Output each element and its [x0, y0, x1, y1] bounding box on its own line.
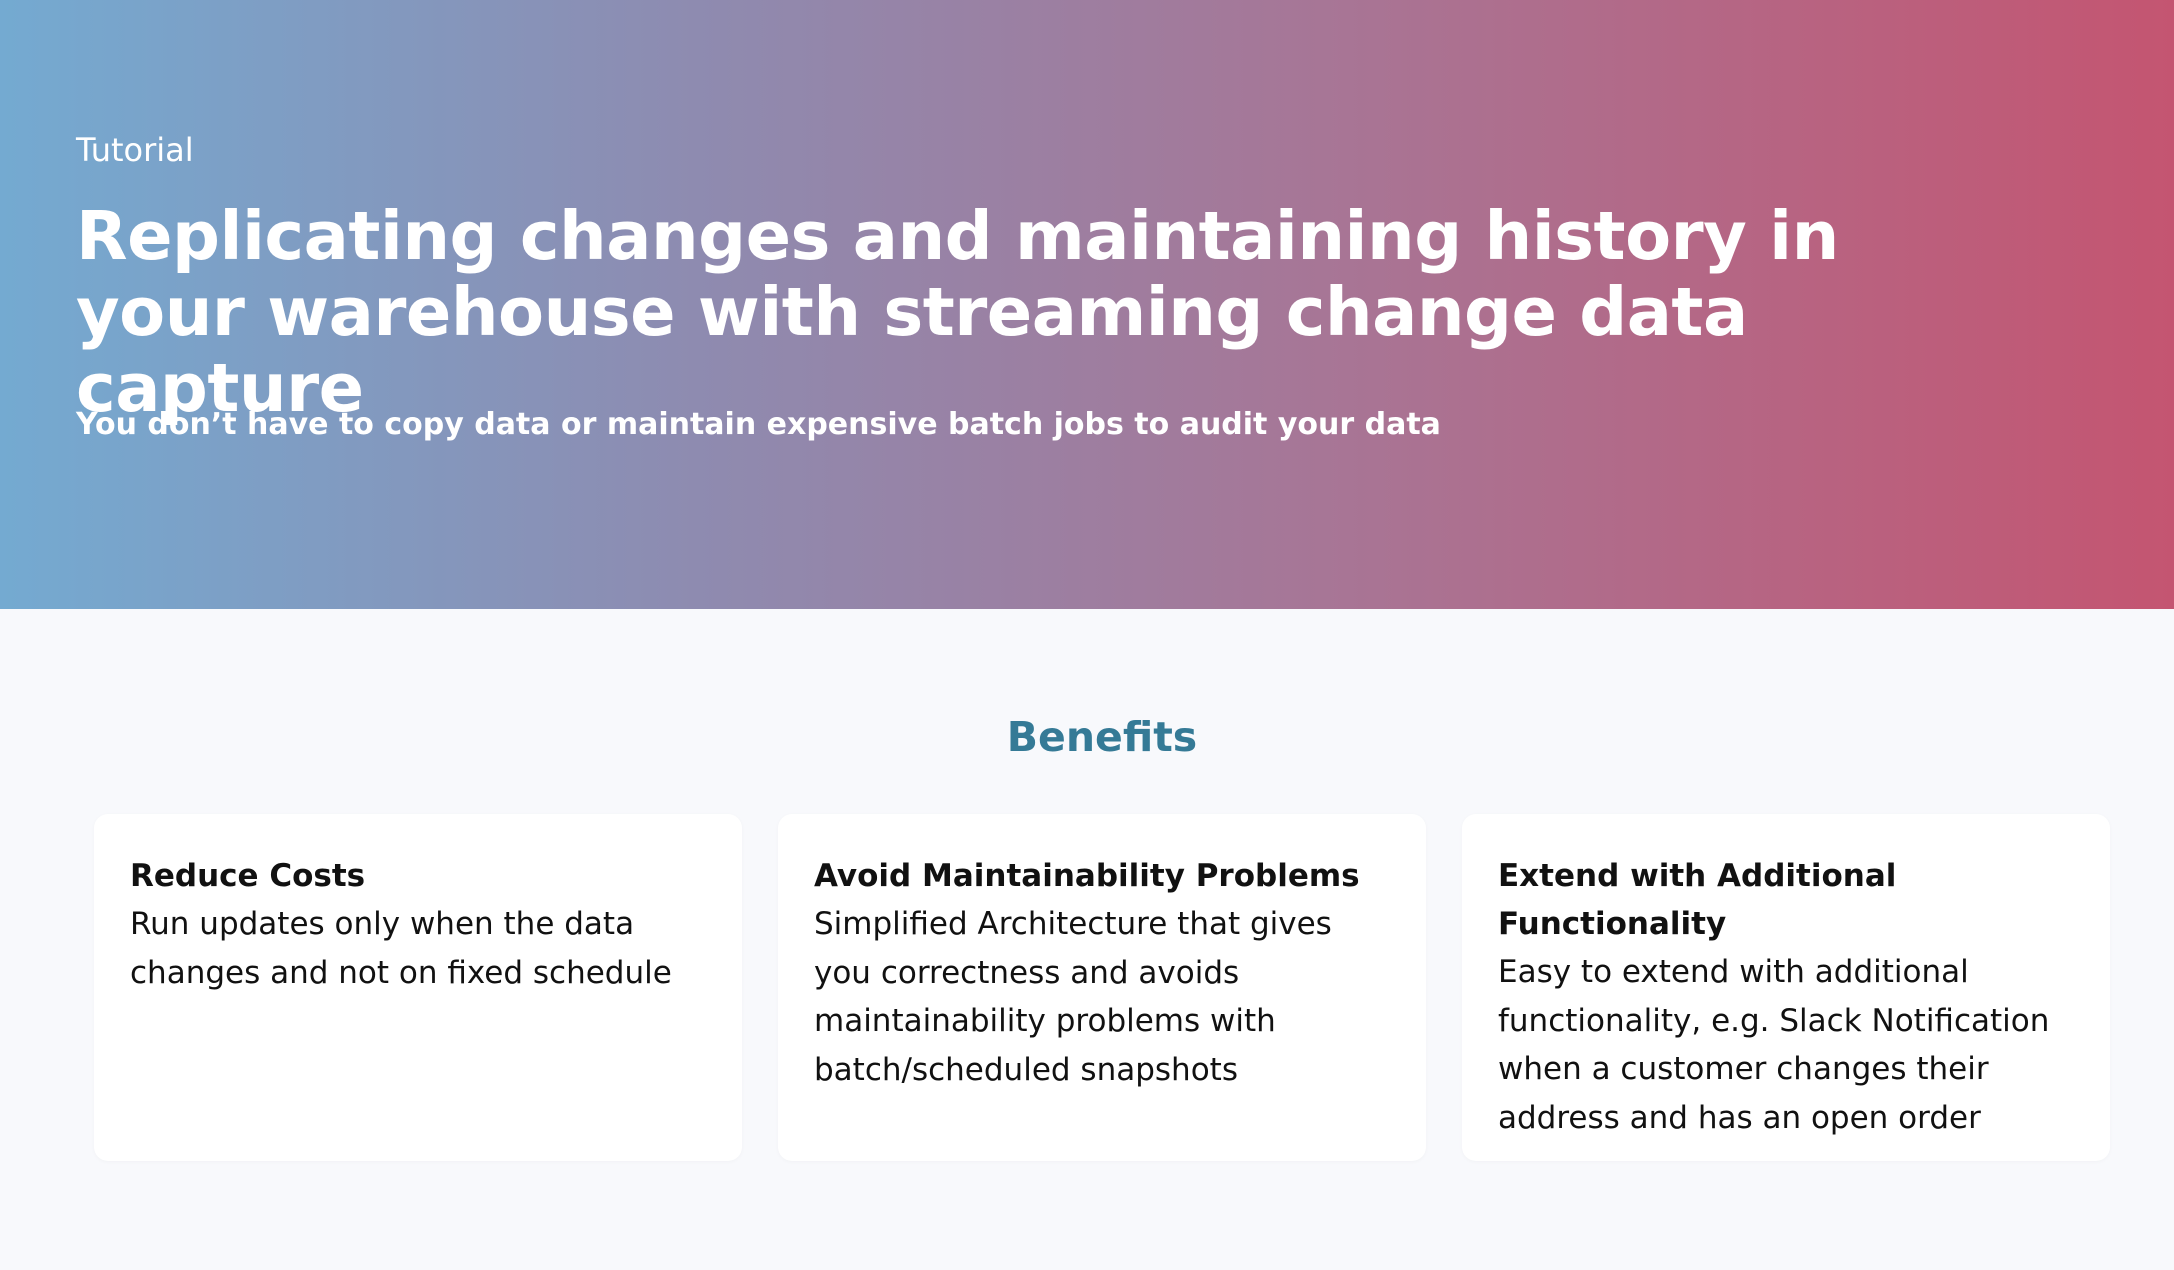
hero-banner: Tutorial Replicating changes and maintai… — [0, 0, 2174, 609]
benefit-card-extend-functionality: Extend with Additional Functionality Eas… — [1462, 814, 2110, 1161]
benefit-card-avoid-maintainability-problems: Avoid Maintainability Problems Simplifie… — [778, 814, 1426, 1161]
benefit-card-title: Avoid Maintainability Problems — [814, 858, 1360, 894]
page-title: Replicating changes and maintaining hist… — [76, 197, 1839, 427]
benefit-card-text: Simplified Architecture that gives you c… — [814, 906, 1332, 1088]
benefit-card-title: Extend with Additional Functionality — [1498, 858, 1897, 942]
benefit-card-title: Reduce Costs — [130, 858, 366, 894]
page-subtitle: You don’t have to copy data or maintain … — [76, 407, 1441, 442]
benefit-card-text: Run updates only when the data changes a… — [130, 906, 672, 991]
benefit-card-text: Easy to extend with additional functiona… — [1498, 954, 2050, 1136]
benefit-card-reduce-costs: Reduce Costs Run updates only when the d… — [94, 814, 742, 1161]
tutorial-label: Tutorial — [76, 131, 194, 169]
benefits-heading: Benefits — [1006, 713, 1198, 761]
